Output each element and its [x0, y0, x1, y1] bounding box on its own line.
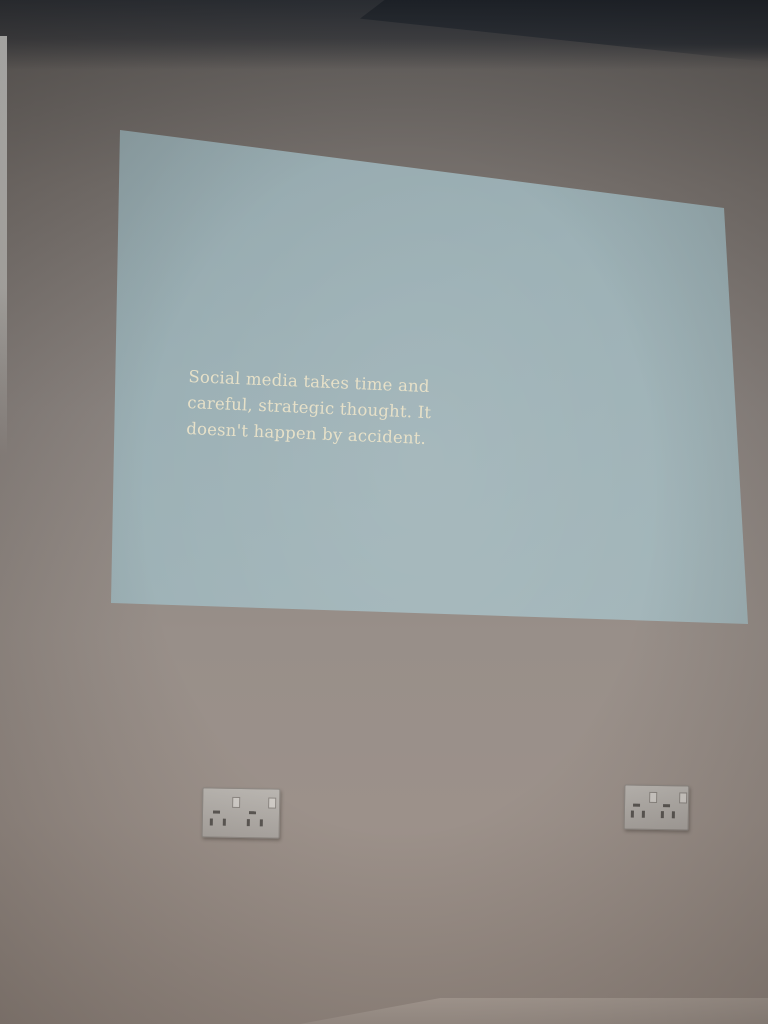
power-socket-icon [201, 787, 281, 839]
socket-pin [209, 818, 213, 826]
socket-pin [259, 819, 263, 827]
left-window-edge [0, 36, 7, 456]
slide-quote: Social media takes time and careful, stra… [186, 364, 549, 457]
socket-pin [212, 810, 221, 814]
socket-pin [633, 803, 641, 807]
socket-switch [649, 791, 658, 804]
power-socket-icon [623, 784, 690, 831]
socket-pin [222, 818, 226, 826]
socket-pin [630, 810, 634, 818]
socket-switch [232, 796, 241, 808]
socket-pin [660, 811, 664, 819]
floor-edge [300, 998, 768, 1024]
socket-pin [246, 819, 250, 827]
photo-scene: Social media takes time and careful, stra… [0, 0, 768, 1024]
socket-pin [663, 804, 671, 808]
socket-pin [641, 810, 645, 818]
socket-pin [671, 811, 675, 819]
socket-switch [679, 792, 688, 804]
slide-line-2: careful, strategic thought. It [186, 392, 432, 423]
socket-pin [248, 811, 257, 815]
projector-glow [111, 130, 748, 624]
socket-switch [268, 797, 277, 809]
